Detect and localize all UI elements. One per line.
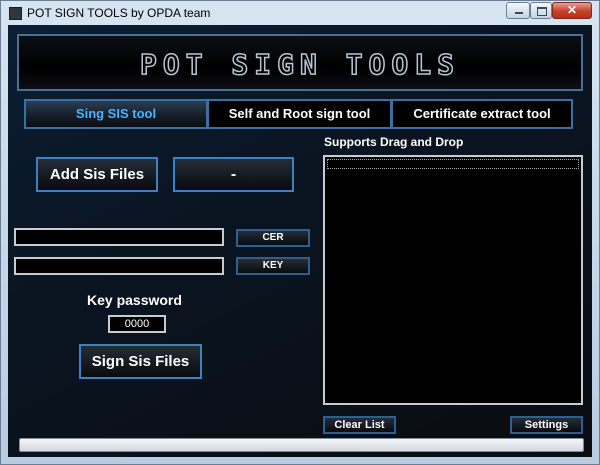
key-path-field[interactable] xyxy=(14,257,224,275)
maximize-button[interactable] xyxy=(530,2,552,19)
settings-button[interactable]: Settings xyxy=(510,416,583,434)
key-browse-button[interactable]: KEY xyxy=(236,257,310,275)
remove-file-button[interactable]: - xyxy=(173,157,294,192)
client-area: POT SIGN TOOLS Sing SIS tool Self and Ro… xyxy=(8,25,592,457)
key-password-label: Key password xyxy=(87,292,182,308)
tab-certificate-extract-tool[interactable]: Certificate extract tool xyxy=(391,99,573,129)
sis-file-list[interactable] xyxy=(323,155,583,405)
app-window: POT SIGN TOOLS by OPDA team ✕ POT SIGN T… xyxy=(0,0,600,465)
window-title: POT SIGN TOOLS by OPDA team xyxy=(27,6,211,20)
minimize-button[interactable] xyxy=(506,2,530,19)
list-focus-row[interactable] xyxy=(327,159,579,169)
app-icon xyxy=(9,7,22,20)
cer-path-field[interactable] xyxy=(14,228,224,246)
add-sis-files-button[interactable]: Add Sis Files xyxy=(36,157,158,192)
key-password-field[interactable] xyxy=(108,315,166,333)
progress-bar xyxy=(19,438,584,452)
banner: POT SIGN TOOLS xyxy=(17,34,583,91)
tab-self-root-sign-tool[interactable]: Self and Root sign tool xyxy=(207,99,392,129)
sign-sis-files-button[interactable]: Sign Sis Files xyxy=(79,344,202,379)
banner-title: POT SIGN TOOLS xyxy=(139,47,460,82)
cer-browse-button[interactable]: CER xyxy=(236,229,310,247)
close-icon: ✕ xyxy=(566,3,578,17)
drag-drop-label: Supports Drag and Drop xyxy=(324,135,464,149)
tab-sing-sis-tool[interactable]: Sing SIS tool xyxy=(24,99,208,129)
clear-list-button[interactable]: Clear List xyxy=(323,416,396,434)
maximize-icon xyxy=(537,7,547,16)
title-bar[interactable]: POT SIGN TOOLS by OPDA team ✕ xyxy=(1,1,599,25)
close-button[interactable]: ✕ xyxy=(552,2,592,19)
minimize-icon xyxy=(515,12,523,14)
